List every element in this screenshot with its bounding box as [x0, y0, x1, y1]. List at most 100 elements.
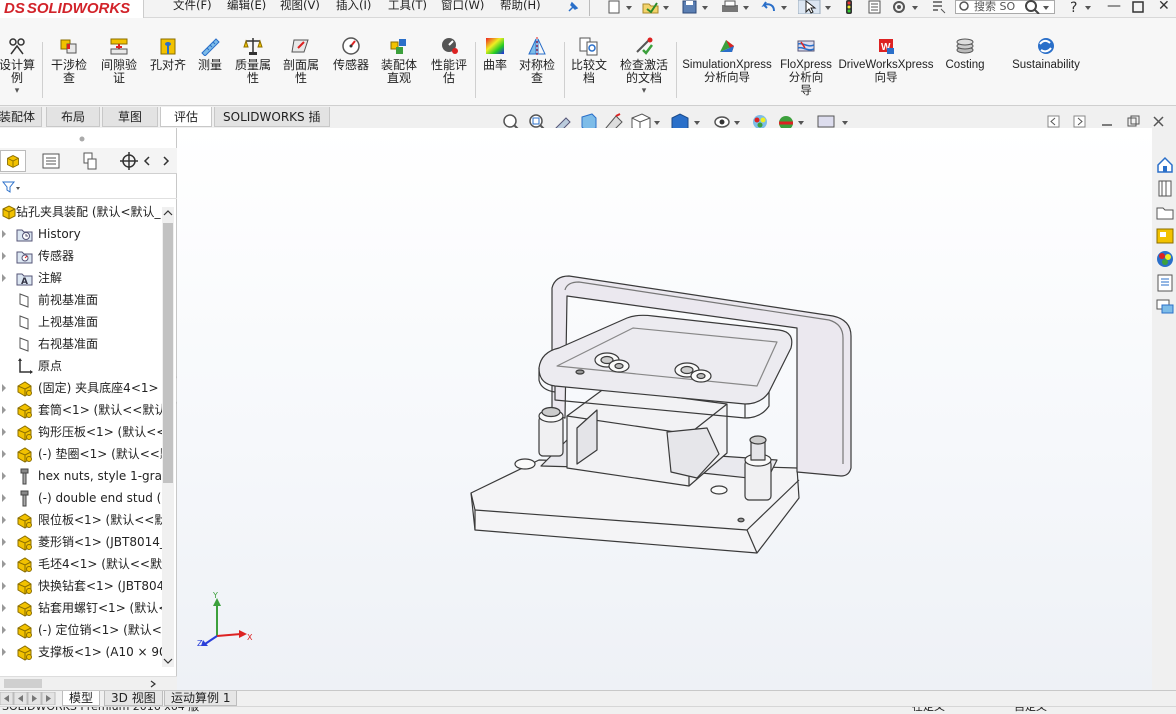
- menu-window[interactable]: 窗口(W): [441, 0, 484, 11]
- sensor-button[interactable]: 传感器: [328, 36, 374, 72]
- tree-node[interactable]: A 注解: [0, 267, 162, 289]
- tab-solidworks-addins[interactable]: SOLIDWORKS 插件: [214, 107, 330, 144]
- save-icon[interactable]: [681, 0, 711, 14]
- tree-node[interactable]: 钻套用螺钉<1> (默认<: [0, 597, 162, 619]
- graphics-area[interactable]: Y X Z: [177, 128, 1152, 690]
- view-palette-icon[interactable]: [1155, 226, 1175, 246]
- compare-documents-button[interactable]: 比较文 档: [566, 36, 612, 85]
- tab-3d-views[interactable]: 3D 视图: [104, 691, 163, 706]
- tree-node[interactable]: hex nuts, style 1-grad: [0, 465, 162, 487]
- section-properties-button[interactable]: 剖面属 性: [278, 36, 324, 85]
- tree-node[interactable]: History: [0, 223, 162, 245]
- maximize-icon[interactable]: [1131, 0, 1145, 14]
- tab-assembly[interactable]: 装配体: [0, 107, 42, 127]
- tree-node[interactable]: 限位板<1> (默认<<默: [0, 509, 162, 531]
- rebuild-traffic-light-icon[interactable]: [843, 0, 855, 14]
- expand-arrow-icon[interactable]: [2, 516, 6, 524]
- help-icon[interactable]: ?: [1066, 0, 1096, 14]
- solidworks-forum-icon[interactable]: [1155, 297, 1175, 317]
- clearance-verify-button[interactable]: 间隙验 证: [96, 36, 142, 85]
- minimize-button[interactable]: —: [1107, 0, 1121, 14]
- featuremanager-tree-tab-icon[interactable]: [0, 150, 26, 172]
- symmetry-check-button[interactable]: 对称检 查: [514, 36, 560, 85]
- tree-node[interactable]: (-) double end stud (: [0, 487, 162, 509]
- tree-node[interactable]: (固定) 夹具底座4<1> (: [0, 377, 162, 399]
- file-properties-icon[interactable]: [866, 0, 884, 14]
- collapse-left-icon[interactable]: [1047, 115, 1060, 128]
- expand-arrow-icon[interactable]: [2, 450, 6, 458]
- status-custom-units[interactable]: 自定义: [1014, 707, 1047, 714]
- expand-arrow-icon[interactable]: [2, 604, 6, 612]
- scroll-up-icon[interactable]: [162, 208, 174, 218]
- tab-navigation-arrows-icon[interactable]: [0, 692, 58, 705]
- propertymanager-tab-icon[interactable]: [38, 150, 64, 172]
- check-active-document-button[interactable]: 检查激活 的文档 ▾: [614, 36, 674, 98]
- performance-evaluation-button[interactable]: 性能评 估: [426, 36, 472, 85]
- tree-node[interactable]: 快换钻套<1> (JBT804: [0, 575, 162, 597]
- design-library-icon[interactable]: [1155, 178, 1175, 198]
- tree-node[interactable]: 菱形销<1> (JBT8014_: [0, 531, 162, 553]
- menu-help[interactable]: 帮助(H): [500, 0, 541, 11]
- tab-motion-study[interactable]: 运动算例 1: [164, 691, 238, 706]
- select-cursor-icon[interactable]: [798, 0, 834, 14]
- expand-arrow-icon[interactable]: [2, 538, 6, 546]
- measure-button[interactable]: 测量: [190, 36, 230, 72]
- solidworks-resources-home-icon[interactable]: [1155, 155, 1175, 175]
- hole-alignment-button[interactable]: 孔对齐: [145, 36, 191, 72]
- tab-evaluate[interactable]: 评估: [160, 107, 212, 127]
- print-icon[interactable]: [720, 0, 752, 14]
- tree-node[interactable]: 传感器: [0, 245, 162, 267]
- tree-node[interactable]: 右视基准面: [0, 333, 162, 355]
- design-study-button[interactable]: 设计算 例 ▾: [0, 36, 40, 98]
- expand-arrow-icon[interactable]: [2, 560, 6, 568]
- menu-tools[interactable]: 工具(T): [388, 0, 427, 11]
- expand-arrow-icon[interactable]: [2, 252, 6, 260]
- drill-jig-assembly-model[interactable]: [457, 268, 857, 578]
- customize-toolbar-icon[interactable]: [930, 0, 948, 14]
- menu-insert[interactable]: 插入(I): [336, 0, 371, 11]
- expand-arrow-icon[interactable]: [2, 274, 6, 282]
- tree-node[interactable]: 套筒<1> (默认<<默认: [0, 399, 162, 421]
- expand-arrow-icon[interactable]: [2, 494, 6, 502]
- pin-icon[interactable]: [566, 0, 580, 14]
- appearances-scenes-icon[interactable]: [1155, 249, 1175, 269]
- tab-model[interactable]: 模型: [62, 691, 101, 706]
- expand-arrow-icon[interactable]: [2, 472, 6, 480]
- tree-node[interactable]: 毛坯4<1> (默认<<默认: [0, 553, 162, 575]
- curvature-button[interactable]: 曲率: [478, 36, 512, 72]
- viewport-restore-icon[interactable]: [1127, 115, 1140, 127]
- viewport-close-icon[interactable]: [1153, 116, 1164, 127]
- horizontal-scrollbar-thumb[interactable]: [4, 679, 42, 688]
- mass-properties-button[interactable]: 质量属 性: [230, 36, 276, 85]
- expand-arrow-icon[interactable]: [2, 582, 6, 590]
- tabs-scroll-left-icon[interactable]: [140, 150, 154, 172]
- scroll-right-icon[interactable]: [148, 679, 158, 689]
- costing-button[interactable]: Costing: [937, 36, 993, 72]
- file-explorer-icon[interactable]: [1155, 202, 1175, 222]
- options-gear-icon[interactable]: [890, 0, 924, 14]
- tree-scrollbar-thumb[interactable]: [163, 223, 173, 483]
- clamp-body[interactable]: [566, 387, 728, 487]
- menu-edit[interactable]: 编辑(E): [227, 0, 266, 11]
- driveworksxpress-button[interactable]: W DriveWorksXpress 向导: [838, 36, 934, 85]
- panel-grip-icon[interactable]: [78, 135, 86, 143]
- floxpress-button[interactable]: FloXpress 分析向 导: [778, 36, 834, 98]
- tree-node[interactable]: 原点: [0, 355, 162, 377]
- menu-view[interactable]: 视图(V): [280, 0, 320, 11]
- tree-horizontal-scrollbar[interactable]: [0, 676, 177, 690]
- configurationmanager-tab-icon[interactable]: [76, 150, 102, 172]
- tree-root-assembly[interactable]: 钻孔夹具装配 (默认<默认_: [0, 201, 162, 223]
- check-document-dropdown-icon[interactable]: ▾: [614, 85, 674, 98]
- dimxpertmanager-tab-icon[interactable]: [116, 150, 142, 172]
- assembly-visualization-button[interactable]: 装配体 直观: [376, 36, 422, 85]
- design-study-dropdown-icon[interactable]: ▾: [0, 85, 40, 98]
- tree-node[interactable]: 前视基准面: [0, 289, 162, 311]
- custom-properties-icon[interactable]: [1155, 273, 1175, 293]
- close-button[interactable]: ✕: [1158, 0, 1170, 14]
- scroll-down-icon[interactable]: [162, 656, 174, 666]
- tree-node[interactable]: 支撑板<1> (A10 × 90: [0, 641, 162, 663]
- tree-node[interactable]: (-) 定位销<1> (默认<<: [0, 619, 162, 641]
- undo-icon[interactable]: [760, 0, 790, 14]
- expand-arrow-icon[interactable]: [2, 648, 6, 656]
- expand-arrow-icon[interactable]: [2, 626, 6, 634]
